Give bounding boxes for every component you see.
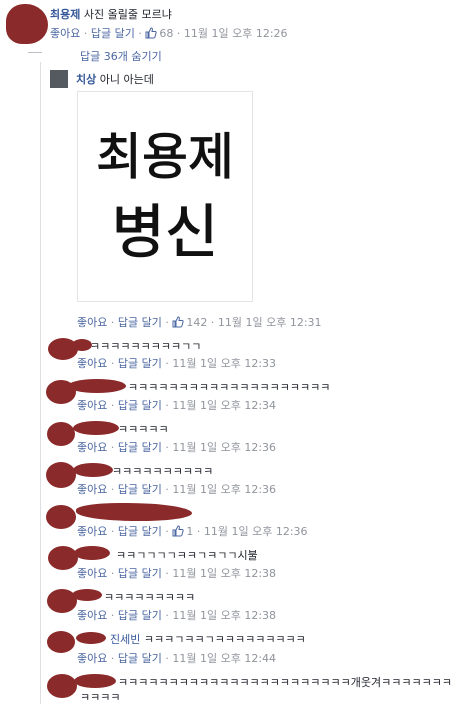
thumbs-up-icon — [145, 27, 158, 39]
comment-author[interactable]: 최용제 — [50, 8, 80, 21]
reply-actions: 좋아요 · 답글 달기 · 11월 1일 오후 12:38 — [77, 609, 277, 622]
timestamp[interactable]: 11월 1일 오후 12:36 — [172, 441, 276, 454]
top-comment-actions: 좋아요 · 답글 달기 · 68 · 11월 1일 오후 12:26 — [50, 27, 288, 40]
redaction-mark — [47, 631, 75, 653]
reply-text: ㅋㅋㅋㅋㅋ — [118, 423, 169, 436]
reply-link[interactable]: 답글 달기 — [118, 316, 162, 329]
reply-text: ㅋㅋㅋㅋㅋㅋㅋㅋㅋㅋㅋㅋㅋㅋㅋㅋㅋㅋㅋㅋ — [128, 381, 331, 394]
thumbs-up-icon — [172, 525, 185, 537]
reply-avatar[interactable] — [50, 70, 68, 88]
like-count[interactable]: 1 — [172, 525, 197, 538]
reply-actions: 좋아요 · 답글 달기 · 11월 1일 오후 12:33 — [77, 357, 277, 370]
handwriting-image: 최용제 병신 — [96, 128, 235, 267]
timestamp[interactable]: 11월 1일 오후 12:26 — [184, 27, 288, 40]
redaction-mark — [68, 379, 126, 393]
timestamp[interactable]: 11월 1일 오후 12:34 — [172, 399, 276, 412]
redaction-mark — [48, 546, 78, 570]
reply-text: ㅋㅋㅋㅋㅋㅋㅋㅋㅋㄱㄱ — [90, 340, 202, 353]
reply-link[interactable]: 답글 달기 — [118, 525, 162, 538]
top-comment-header: 최용제 사진 올릴줄 모르냐 — [50, 6, 172, 22]
comment-text: 사진 올릴줄 모르냐 — [83, 8, 172, 21]
reply-text: ㅋㅋㄱㄱㄱㄱㅋㅋㄱㅋㄱㄱ시불 — [116, 549, 258, 562]
reply-actions: 좋아요 · 답글 달기 · 1 · 11월 1일 오후 12:36 — [77, 525, 308, 538]
redaction-mark — [47, 674, 77, 698]
redaction-mark — [46, 462, 76, 488]
thread-rail — [40, 62, 41, 704]
redaction-mark — [47, 422, 75, 446]
redaction-mark — [74, 674, 116, 688]
timestamp[interactable]: 11월 1일 오후 12:38 — [172, 609, 276, 622]
reply-text: 아니 아는데 — [99, 73, 154, 86]
like-link[interactable]: 좋아요 — [50, 27, 80, 40]
like-link[interactable]: 좋아요 — [77, 483, 107, 496]
redaction-mark — [74, 546, 110, 560]
attached-photo[interactable]: 최용제 병신 — [77, 91, 253, 302]
timestamp[interactable]: 11월 1일 오후 12:36 — [204, 525, 308, 538]
reply-link[interactable]: 답글 달기 — [91, 27, 135, 40]
like-link[interactable]: 좋아요 — [77, 525, 107, 538]
reply-text: ㅋㅋㅋㅋㅋㅋㅋㅋㅋㅋㅋㅋㅋㅋㅋㅋㅋㅋㅋㅋㅋㅋㅋ개웃겨ㅋㅋㅋㅋㅋㅋㅋ — [118, 676, 452, 689]
handwriting-line2: 병신 — [112, 198, 219, 266]
redaction-mark — [46, 505, 76, 529]
like-link[interactable]: 좋아요 — [77, 609, 107, 622]
reply-actions: 좋아요 · 답글 달기 · 11월 1일 오후 12:38 — [77, 567, 277, 580]
like-link[interactable]: 좋아요 — [77, 399, 107, 412]
redaction-mark — [72, 589, 102, 601]
like-link[interactable]: 좋아요 — [77, 567, 107, 580]
reply-text-continued: ㅋㅋㅋㅋ — [80, 691, 121, 704]
timestamp[interactable]: 11월 1일 오후 12:44 — [172, 652, 276, 665]
reply-link[interactable]: 답글 달기 — [118, 567, 162, 580]
redaction-mark — [72, 339, 92, 351]
timestamp[interactable]: 11월 1일 오후 12:31 — [218, 316, 322, 329]
reply-header: 치상 아니 아는데 — [76, 71, 154, 87]
reply-text: ㅋㅋㅋㅋㅋㅋㅋㅋㅋㅋ — [112, 465, 214, 478]
like-link[interactable]: 좋아요 — [77, 441, 107, 454]
redaction-mark — [73, 421, 119, 435]
thread-connector — [28, 52, 42, 53]
timestamp[interactable]: 11월 1일 오후 12:38 — [172, 567, 276, 580]
reply-author[interactable]: 진세빈 — [110, 633, 140, 646]
like-count[interactable]: 68 — [145, 27, 177, 40]
reply-text: ㅋㅋㅋㄱㅋㅋㄱㅋㅋㅋㅋㅋㅋㅋㅋㅋ — [143, 633, 306, 646]
like-link[interactable]: 좋아요 — [77, 316, 107, 329]
reply-actions: 좋아요 · 답글 달기 · 11월 1일 오후 12:44 — [77, 652, 277, 665]
hide-replies-link[interactable]: 답글 36개 숨기기 — [80, 48, 162, 64]
timestamp[interactable]: 11월 1일 오후 12:33 — [172, 357, 276, 370]
reply-header: 진세빈 ㅋㅋㅋㄱㅋㅋㄱㅋㅋㅋㅋㅋㅋㅋㅋㅋ — [110, 631, 306, 647]
redaction-mark — [73, 463, 113, 477]
thumbs-up-icon — [172, 316, 185, 328]
like-count[interactable]: 142 — [172, 316, 211, 329]
redaction-mark — [76, 503, 192, 521]
timestamp[interactable]: 11월 1일 오후 12:36 — [172, 483, 276, 496]
reply-actions: 좋아요 · 답글 달기 · 11월 1일 오후 12:36 — [77, 441, 277, 454]
reply-author[interactable]: 치상 — [76, 73, 96, 86]
reply-link[interactable]: 답글 달기 — [118, 652, 162, 665]
like-link[interactable]: 좋아요 — [77, 652, 107, 665]
reply-link[interactable]: 답글 달기 — [118, 399, 162, 412]
reply-actions: 좋아요 · 답글 달기 · 11월 1일 오후 12:36 — [77, 483, 277, 496]
reply-main-actions: 좋아요 · 답글 달기 · 142 · 11월 1일 오후 12:31 — [77, 316, 322, 329]
redaction-mark — [76, 632, 106, 644]
reply-text: ㅋㅋㅋㅋㅋㅋㅋㅋㅋ — [104, 591, 196, 604]
like-link[interactable]: 좋아요 — [77, 357, 107, 370]
reply-link[interactable]: 답글 달기 — [118, 483, 162, 496]
reply-link[interactable]: 답글 달기 — [118, 609, 162, 622]
reply-link[interactable]: 답글 달기 — [118, 441, 162, 454]
reply-actions: 좋아요 · 답글 달기 · 11월 1일 오후 12:34 — [77, 399, 277, 412]
redacted-avatar[interactable] — [6, 4, 48, 44]
handwriting-line1: 최용제 — [96, 128, 234, 186]
reply-link[interactable]: 답글 달기 — [118, 357, 162, 370]
